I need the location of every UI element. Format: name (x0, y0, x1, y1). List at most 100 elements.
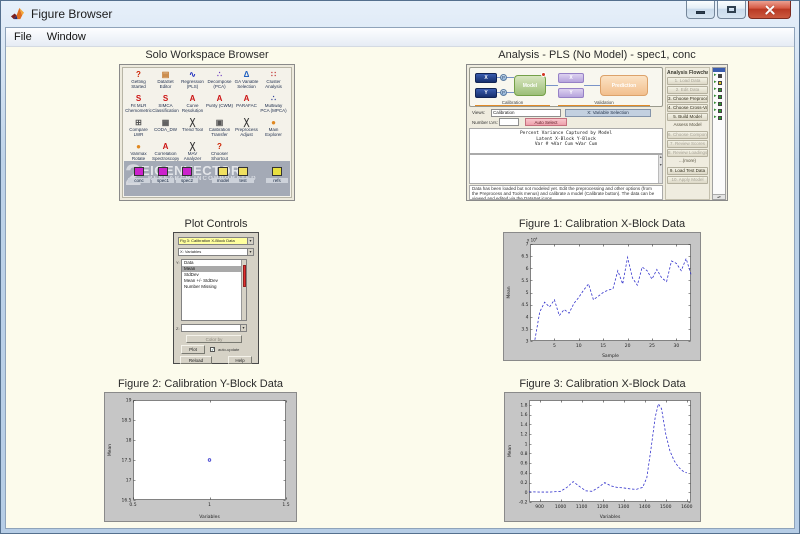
minimize-button[interactable] (686, 1, 715, 19)
analysis-list-area: ▲▼ (469, 154, 663, 184)
listbox-scrollbar (241, 260, 246, 320)
preprocess-badge-y: P (500, 89, 507, 96)
variance-table: Percent Variance Captured by Model Laten… (469, 128, 663, 154)
figure-selector-dropdown: Fig 3: Calibration X-Block Data ▾ (178, 237, 254, 245)
minimize-icon (696, 11, 705, 14)
workspace-data-icon: test (232, 167, 254, 183)
workspace-icon: ╳Preprocess Adjust (233, 118, 260, 142)
maximize-button[interactable] (717, 1, 746, 19)
figure1-plot-canvas (504, 233, 700, 360)
caption-figure1: Figure 1: Calibration X-Block Data (503, 218, 701, 230)
flowchart-step-button: 10. Apply Model (667, 176, 708, 184)
validation-label: Validation (558, 100, 650, 105)
maximize-icon (727, 6, 736, 13)
auto-update-checkbox: ✓ (210, 347, 215, 352)
workspace-icon: ACurve Resolution (MCR) (179, 94, 206, 118)
calibration-label: Calibration (475, 100, 550, 105)
flowchart-step-button: 4. Choose Cross-Validation (667, 104, 708, 112)
workspace-icon: ?Getting Started (125, 70, 152, 94)
flowchart-step-button: 1. Load Data (667, 77, 708, 85)
analysis-flow-diagram: X Y P P Model X Y Prediction Calibration… (469, 67, 663, 107)
menu-item-file[interactable]: File (14, 31, 32, 43)
val-y-block: Y (558, 88, 584, 98)
y-axis-label: Y: (176, 260, 180, 265)
menu-item-window[interactable]: Window (47, 31, 86, 43)
workspace-icon: ∴Decompose (PCA) (206, 70, 233, 94)
workspace-icon: ∿Regression (PLS) (179, 70, 206, 94)
caption-analysis: Analysis - PLS (No Model) - spec1, conc (466, 49, 728, 61)
model-status-dot (541, 72, 546, 77)
close-icon (765, 5, 775, 15)
flowchart-step-button: 9. Load Test Data (667, 167, 708, 175)
workspace-data-icon: conc (128, 167, 150, 183)
figure3-thumbnail[interactable] (504, 392, 701, 522)
flowchart-step-button: 8. Review Loadings (667, 149, 708, 157)
analysis-help-text: Data has been loaded but not modeled yet… (469, 185, 663, 200)
workspace-data-icon: spec2 (176, 167, 198, 183)
workspace-browser-thumbnail[interactable]: ?Getting Started▤DataSet Editor∿Regressi… (119, 64, 295, 201)
workspace-icon: ∷Cluster Analysis (260, 70, 287, 94)
listbox-item: Number Missing (182, 284, 246, 290)
caption-figure2: Figure 2: Calibration Y-Block Data (104, 378, 297, 390)
cal-y-block: Y (475, 88, 497, 98)
cal-x-block: X (475, 73, 497, 83)
views-label: Views: (472, 110, 485, 115)
z-axis-dropdown: ▾ (181, 324, 247, 332)
cache-item-icon: ▸ (713, 100, 725, 107)
flowchart-step-button: 2. Edit Data (667, 86, 708, 94)
chevron-down-icon: ▾ (240, 325, 246, 331)
workspace-icon: ╳Trend Tool (179, 118, 206, 142)
workspace-data-band: 2 EIGENVECTOR RESEARCH INCORPORATED conc… (124, 161, 290, 196)
auto-select-button: Auto Select (525, 118, 567, 126)
menubar: File Window (6, 28, 794, 47)
cache-item-icon: ▸ (713, 86, 725, 93)
close-button[interactable] (748, 1, 791, 19)
titlebar[interactable]: Figure Browser (1, 1, 799, 27)
flowchart-title: Analysis Flowchart (667, 69, 708, 77)
chevron-down-icon: ▾ (247, 238, 253, 244)
workspace-icon: APurity (CWM) (206, 94, 233, 118)
reload-button: Reload (180, 356, 212, 364)
z-axis-label: Z: (176, 326, 180, 331)
model-node: Model (514, 75, 546, 96)
workspace-icon: ▣Calibration Transfer (206, 118, 233, 142)
figure1-thumbnail[interactable] (503, 232, 701, 361)
caption-plot-controls: Plot Controls (131, 218, 301, 230)
workspace-icon: ⊞Compare LWR (125, 118, 152, 142)
flowchart-step-button: 6. Choose Components (667, 131, 708, 139)
color-by-button: Color by (186, 335, 242, 343)
prediction-node: Prediction (600, 75, 648, 96)
help-button: Help (228, 356, 252, 364)
workspace-icon: SSIMCA Classification (152, 94, 179, 118)
flowchart-step-button: 3. Choose Preprocessing (667, 95, 708, 103)
workspace-icon-area: ?Getting Started▤DataSet Editor∿Regressi… (122, 67, 292, 198)
window-title: Figure Browser (31, 7, 112, 21)
cache-item-icon: ▸ (713, 107, 725, 114)
plot-controls-thumbnail[interactable]: Fig 3: Calibration X-Block Data ▾ X: Var… (173, 232, 259, 364)
figure2-plot-canvas (105, 393, 296, 521)
figure-browser-window: Figure Browser File Window Solo Workspac… (0, 0, 800, 534)
analysis-flowchart-panel: Analysis Flowchart 1. Load Data2. Edit D… (665, 67, 710, 200)
cache-item-icon: ▸ (713, 114, 725, 121)
val-x-block: X (558, 73, 584, 83)
workspace-data-icon: model (212, 167, 234, 183)
figure2-thumbnail[interactable] (104, 392, 297, 522)
scrollbar-thumb (243, 265, 247, 287)
workspace-icon: ∴Multiway PCA (MPCA) (260, 94, 287, 118)
flowchart-step-button: 7. Review Scores (667, 140, 708, 148)
preprocess-badge-x: P (500, 74, 507, 81)
flowchart-step-button: 5. Build Model (667, 113, 708, 121)
y-axis-listbox: DataMeanStdDevMean +/- StdDevNumber Miss… (181, 259, 247, 321)
workspace-icon-grid: ?Getting Started▤DataSet Editor∿Regressi… (125, 70, 291, 166)
view-dropdown: Calibration (491, 109, 561, 117)
cache-item-icon: ▸ (713, 79, 725, 86)
caption-figure3: Figure 3: Calibration X-Block Data (504, 378, 701, 390)
workspace-data-icon: spec1 (152, 167, 174, 183)
workspace-icon: ΔGA Variable Selection (233, 70, 260, 94)
analysis-window-thumbnail[interactable]: X Y P P Model X Y Prediction Calibration… (466, 64, 728, 201)
num-lvs-input (499, 118, 519, 126)
workspace-icon: ▤DataSet Editor (152, 70, 179, 94)
flowchart-step-button: ...(more) (667, 158, 708, 166)
cache-item-icon: ▸ (713, 93, 725, 100)
workspace-icon: SFit MLR Chemometric (125, 94, 152, 118)
